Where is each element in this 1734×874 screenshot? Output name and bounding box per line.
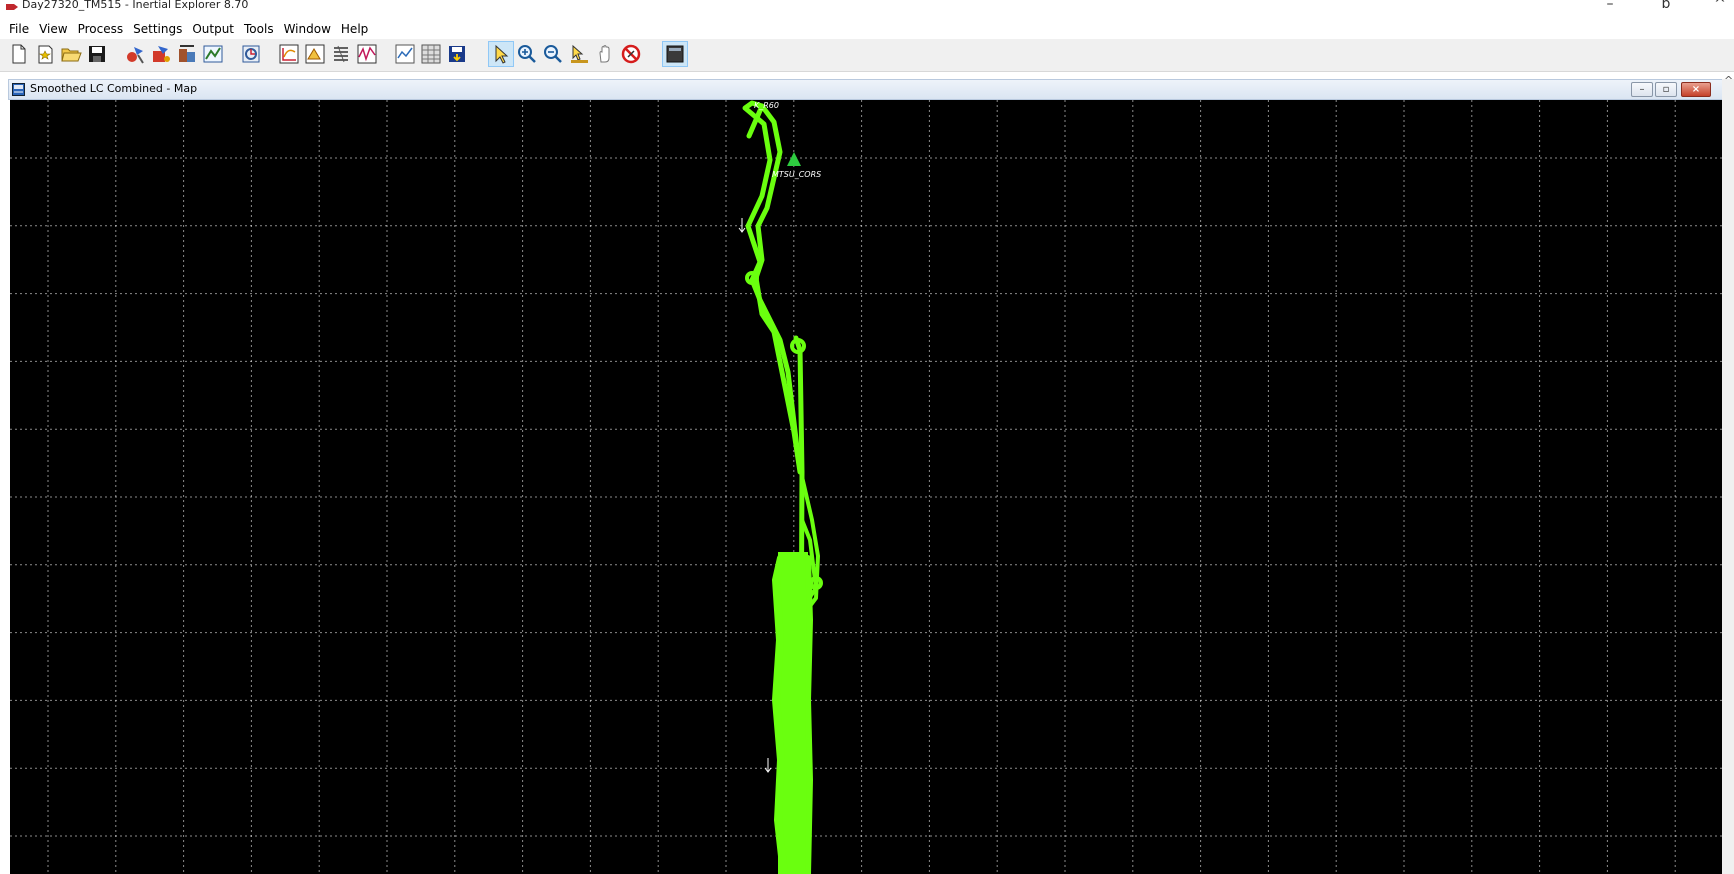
select-pointer-icon[interactable]: [488, 41, 514, 67]
map-tools-icon[interactable]: [200, 41, 226, 67]
menu-settings[interactable]: Settings: [128, 19, 187, 39]
export-icon[interactable]: [444, 41, 470, 67]
map-window-title: Smoothed LC Combined - Map: [30, 82, 198, 95]
map-maximize-button[interactable]: ▫: [1655, 82, 1677, 97]
window-title-bar: Day27320_TM515 - Inertial Explorer 8.70 …: [0, 0, 1734, 18]
close-button[interactable]: ^: [1700, 0, 1734, 12]
new-file-icon[interactable]: [6, 41, 32, 67]
scroll-up-arrow[interactable]: ^: [1724, 74, 1733, 87]
vertical-scrollbar[interactable]: [1722, 79, 1734, 874]
open-folder-icon[interactable]: [58, 41, 84, 67]
zoom-out-icon[interactable]: [540, 41, 566, 67]
menu-bar: File View Process Settings Output Tools …: [0, 19, 373, 39]
display-icon[interactable]: [662, 41, 688, 67]
map-window-icon: [12, 83, 25, 96]
menu-output[interactable]: Output: [187, 19, 239, 39]
track-dense-edge-2: [805, 555, 813, 874]
map-minimize-button[interactable]: –: [1631, 82, 1653, 97]
map-plot: K_R60 MTSU_CORS: [10, 100, 1722, 874]
zoom-in-icon[interactable]: [514, 41, 540, 67]
map-canvas[interactable]: K_R60 MTSU_CORS: [10, 100, 1722, 874]
close-glyph: ×: [1691, 83, 1701, 95]
direction-arrow-1: [738, 218, 746, 233]
minimize-glyph: –: [1639, 83, 1645, 95]
measure-icon[interactable]: [566, 41, 592, 67]
app-icon: [6, 4, 18, 10]
station-label: MTSU_CORS: [772, 170, 821, 179]
trajectory-track: [742, 100, 823, 874]
plot-icon[interactable]: [276, 41, 302, 67]
process-gnss-icon[interactable]: [122, 41, 148, 67]
graph-icon[interactable]: [354, 41, 380, 67]
plot-multi-icon[interactable]: [302, 41, 328, 67]
combine-icon[interactable]: [174, 41, 200, 67]
list-icon[interactable]: [328, 41, 354, 67]
new-project-icon[interactable]: [32, 41, 58, 67]
map-window-title-bar: Smoothed LC Combined - Map – ▫ ×: [8, 79, 1724, 100]
restore-button[interactable]: ɒ: [1646, 0, 1686, 12]
start-label: K_R60: [754, 101, 779, 110]
pan-hand-icon[interactable]: [592, 41, 618, 67]
menu-view[interactable]: View: [34, 19, 72, 39]
toolbar: [0, 39, 1734, 72]
save-icon[interactable]: [84, 41, 110, 67]
menu-window[interactable]: Window: [279, 19, 336, 39]
menu-help[interactable]: Help: [336, 19, 373, 39]
grid-icon[interactable]: [418, 41, 444, 67]
minimize-button[interactable]: –: [1590, 0, 1630, 12]
menu-tools[interactable]: Tools: [239, 19, 279, 39]
menu-file[interactable]: File: [4, 19, 34, 39]
menu-process[interactable]: Process: [73, 19, 129, 39]
direction-arrow-2: [764, 758, 772, 773]
maximize-glyph: ▫: [1662, 83, 1670, 95]
no-entry-icon[interactable]: [618, 41, 644, 67]
map-grid: [10, 100, 1722, 874]
window-title: Day27320_TM515 - Inertial Explorer 8.70: [22, 0, 249, 11]
map-close-button[interactable]: ×: [1681, 82, 1711, 97]
chart-icon[interactable]: [392, 41, 418, 67]
process-ins-icon[interactable]: [148, 41, 174, 67]
convert-icon[interactable]: [238, 41, 264, 67]
base-station-marker: [787, 152, 801, 166]
